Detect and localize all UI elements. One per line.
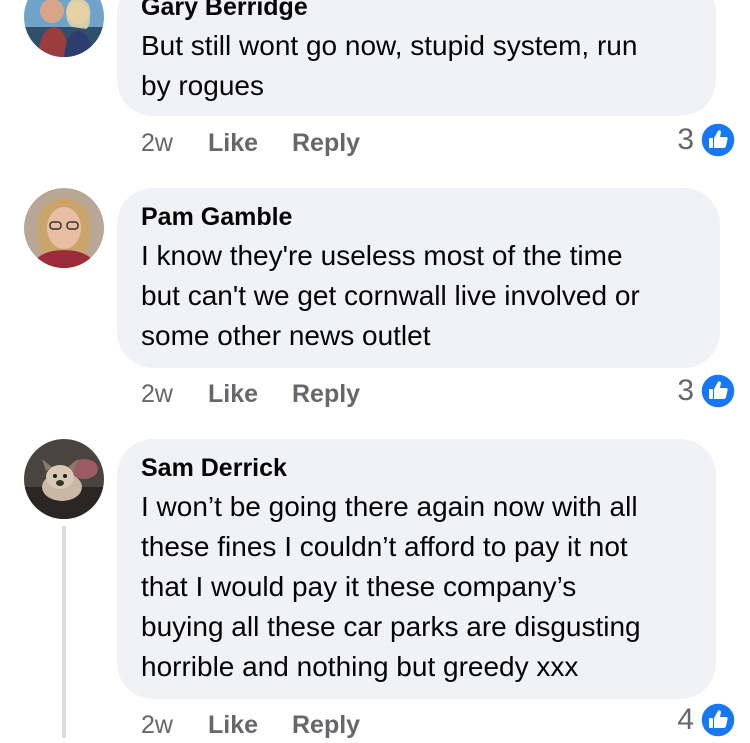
comment-author[interactable]: Pam Gamble — [141, 202, 696, 232]
like-button[interactable]: Like — [208, 376, 258, 412]
comment-text-line: but can't we get cornwall live involved … — [141, 280, 640, 311]
reply-button[interactable]: Reply — [292, 125, 360, 161]
comment-text-line: But still wont go now, stupid system, ru… — [141, 30, 638, 61]
comment-text: I know they're useless most of the time … — [141, 236, 696, 356]
comment-bubble: Pam Gamble I know they're useless most o… — [117, 188, 720, 368]
comment-text-line: I know they're useless most of the time — [141, 240, 623, 271]
comment-author[interactable]: Sam Derrick — [141, 453, 692, 483]
reaction-count: 3 — [677, 123, 694, 156]
reaction-count: 4 — [677, 703, 694, 736]
comment-text: I won’t be going there again now with al… — [141, 487, 692, 687]
comment-text-line: I won’t be going there again now with al… — [141, 491, 638, 522]
comment-text-line: buying all these car parks are disgustin… — [141, 611, 641, 642]
thumbs-up-icon — [700, 373, 736, 409]
comment-text-line: that I would pay it these company’s — [141, 571, 577, 602]
reply-thread-line — [62, 526, 66, 738]
comment-text-line: some other news outlet — [141, 320, 431, 351]
dog-photo-avatar — [24, 439, 104, 519]
reply-button[interactable]: Reply — [292, 376, 360, 412]
reaction-summary[interactable]: 4 — [640, 702, 736, 738]
comment-author[interactable]: Gary Berridge — [141, 0, 692, 22]
woman-photo-avatar — [24, 188, 104, 268]
couple-photo-avatar — [24, 0, 104, 57]
comment-text-line: horrible and nothing but greedy xxx — [141, 651, 579, 682]
comment-bubble: Sam Derrick I won’t be going there again… — [117, 439, 716, 699]
comment-timestamp[interactable]: 2w — [141, 125, 173, 161]
comment-timestamp[interactable]: 2w — [141, 376, 173, 412]
avatar[interactable] — [24, 188, 104, 268]
avatar[interactable] — [24, 439, 104, 519]
comment-bubble: Gary Berridge But still wont go now, stu… — [117, 0, 716, 116]
comment-text-line: these fines I couldn’t afford to pay it … — [141, 531, 628, 562]
reaction-summary[interactable]: 3 — [640, 122, 736, 158]
avatar[interactable] — [24, 0, 104, 57]
like-button[interactable]: Like — [208, 125, 258, 161]
thumbs-up-icon — [700, 122, 736, 158]
reaction-summary[interactable]: 3 — [640, 373, 736, 409]
comment-text-line: by rogues — [141, 70, 264, 101]
thumbs-up-icon — [700, 702, 736, 738]
comment-text: But still wont go now, stupid system, ru… — [141, 26, 692, 106]
reaction-count: 3 — [677, 374, 694, 407]
